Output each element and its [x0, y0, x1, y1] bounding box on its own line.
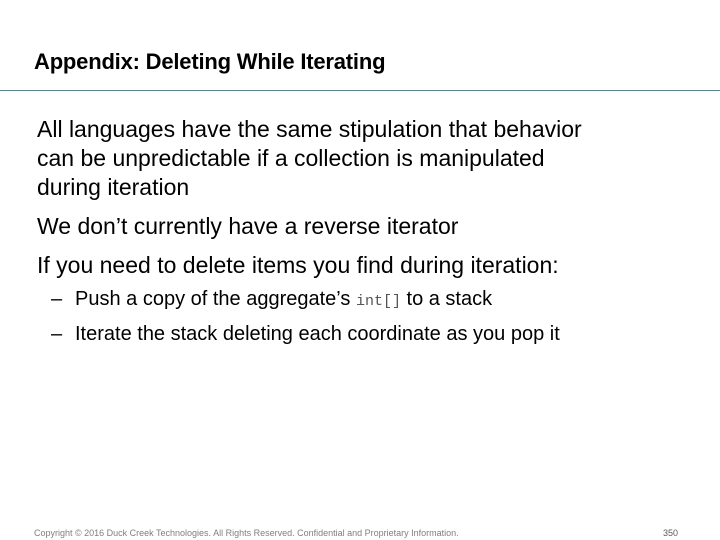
- subbullet-text: Iterate the stack deleting each coordina…: [75, 323, 560, 345]
- bullet-stipulation: All languages have the same stipulation …: [37, 115, 697, 202]
- bullet-reverse-iterator: We don’t currently have a reverse iterat…: [37, 212, 697, 241]
- bullet-line: If you need to delete items you find dur…: [37, 252, 559, 278]
- subbullet-text-before: Push a copy of the aggregate’s: [75, 288, 356, 310]
- bullet-line: can be unpredictable if a collection is …: [37, 145, 545, 171]
- bullet-delete-items: If you need to delete items you find dur…: [37, 251, 697, 280]
- bullet-line: during iteration: [37, 174, 190, 200]
- dash-marker: –: [51, 323, 63, 345]
- dash-marker: –: [51, 288, 63, 310]
- subbullet-push-copy: – Push a copy of the aggregate’s int[] to…: [37, 286, 697, 315]
- subbullet-iterate-stack: – Iterate the stack deleting each coordin…: [37, 321, 697, 347]
- subbullet-text-after: to a stack: [400, 288, 493, 310]
- page-number: 350: [663, 528, 679, 538]
- slide-body: All languages have the same stipulation …: [37, 115, 697, 347]
- slide-title: Appendix: Deleting While Iterating: [34, 49, 386, 74]
- title-divider: [0, 90, 720, 91]
- copyright-footer: Copyright © 2016 Duck Creek Technologies…: [34, 528, 459, 538]
- bullet-line: All languages have the same stipulation …: [37, 116, 582, 142]
- bullet-line: We don’t currently have a reverse iterat…: [37, 213, 459, 239]
- code-int-array: int[]: [355, 293, 401, 310]
